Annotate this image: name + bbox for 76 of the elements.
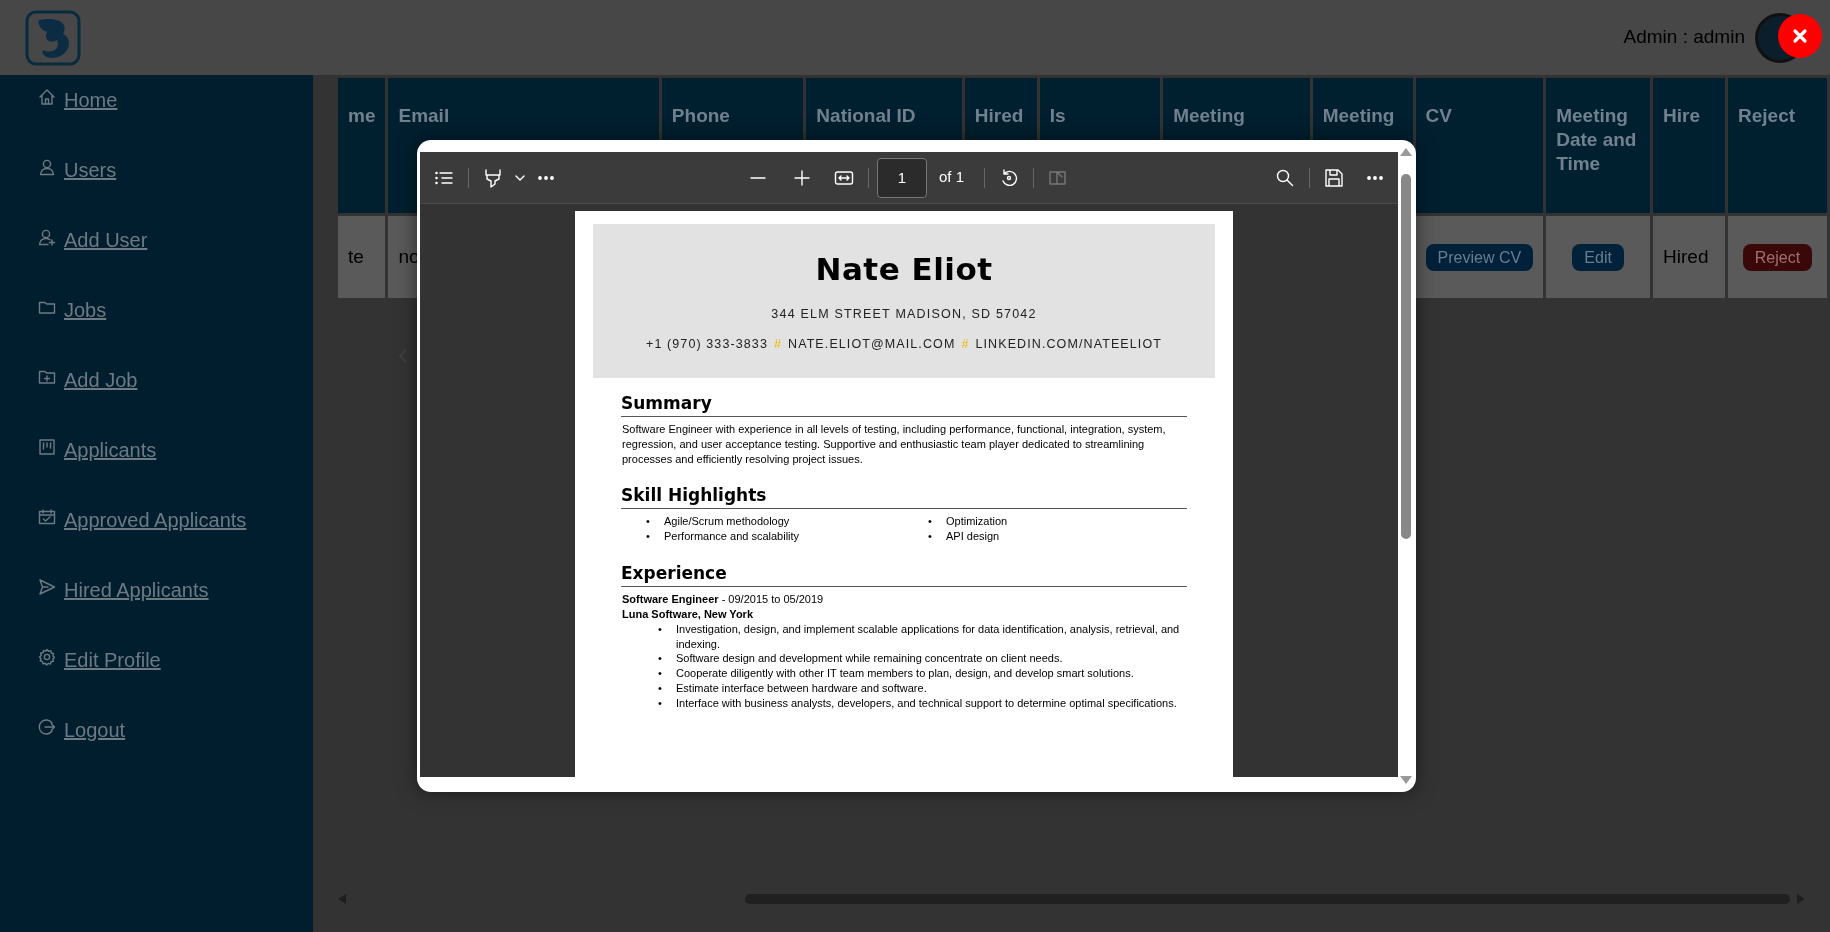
sidebar-item[interactable]: Logout [0, 713, 313, 783]
paragraph-text: Software Engineer with experience in all levels of testing, including performance, functional, integration, system, regression, and user acceptance testing. Supportive and enthusiastic team player dedicated to streamlining processes and efficiently resolving project issues. [622, 421, 1167, 467]
bullet-mark: • [928, 529, 933, 545]
column-header: Reject [1728, 78, 1827, 213]
section-heading: Summary [621, 392, 1187, 417]
close-icon [1792, 28, 1808, 44]
highlighter-icon [483, 167, 503, 188]
list-item-text: Estimate interface between hardware and software. [676, 681, 927, 696]
caret-icon [515, 174, 525, 181]
bullet-mark: • [658, 681, 663, 696]
resume-name: Nate Eliot [814, 250, 994, 289]
more-icon [1366, 174, 1384, 181]
sidebar-item[interactable]: Jobs [0, 293, 313, 363]
sidebar-item[interactable]: Applicants [0, 433, 313, 503]
edit-button[interactable]: Edit [1572, 243, 1624, 271]
list-item-text: Investigation, design, and implement scalable applications for data identification, analysis, retrieval, and indexing. [676, 621, 1181, 652]
preview-button[interactable]: Preview CV [1425, 243, 1534, 271]
gear-icon [38, 648, 56, 666]
scroll-down-icon[interactable] [1400, 776, 1412, 784]
search-icon [1275, 167, 1295, 188]
user-label: Admin : admin [1623, 25, 1745, 50]
logout-icon [38, 718, 56, 736]
list-item-text: Optimization [946, 514, 1008, 530]
bullet-mark: • [658, 651, 663, 667]
home-icon [38, 88, 56, 106]
bullet-mark: • [928, 514, 933, 530]
separator-mark: # [773, 337, 782, 352]
sidebar-item[interactable]: Users [0, 153, 313, 223]
sidebar-item[interactable]: Home [0, 83, 313, 153]
sidebar-item[interactable]: Add User [0, 223, 313, 293]
save-icon [1324, 167, 1344, 188]
page-count: of 1 [939, 167, 964, 188]
page-number-field[interactable]: 1 [877, 157, 927, 198]
send-icon [38, 578, 56, 596]
column-header: Meeting Date and Time [1546, 78, 1651, 213]
table-cell: te [348, 245, 364, 267]
bullet-mark: • [658, 666, 663, 682]
bullet-mark: • [646, 514, 651, 530]
list-item-text: Software design and development while remaining concentrate on client needs. [676, 651, 1063, 667]
contact-detail: +1 (970) 333-3833 [646, 337, 768, 352]
contact-detail: NATE.ELIOT@MAIL.COM [788, 337, 956, 352]
column-header: Hire [1653, 78, 1725, 213]
separator-mark: # [961, 337, 970, 352]
column-header: me [338, 78, 386, 213]
reject-button[interactable]: Reject [1742, 243, 1813, 271]
list-item-text: Interface with business analysts, developers, and technical support to determine optimal specifications. [676, 695, 1177, 711]
contact-detail: LINKEDIN.COM/NATEELIOT [975, 337, 1162, 352]
more-icon [537, 174, 555, 181]
calendar-check-icon [38, 508, 56, 526]
section-heading: Experience [621, 562, 1187, 588]
column-header: CV [1415, 78, 1544, 213]
logo-icon [25, 9, 81, 66]
list-item-text: Performance and scalability [664, 529, 800, 545]
resume-address: 344 ELM STREET MADISON, SD 57042 [770, 305, 1038, 323]
table-cell: Hired [1663, 245, 1709, 267]
user-icon [38, 158, 56, 176]
job-title: Software Engineer - 09/2015 to 05/2019 [622, 592, 825, 607]
sidebar-item[interactable]: Edit Profile [0, 643, 313, 713]
bullet-mark: • [646, 529, 651, 545]
bullet-mark: • [658, 621, 663, 637]
bullet-mark: • [658, 695, 663, 711]
zoom-out-icon [750, 176, 766, 179]
sidebar-item[interactable]: Hired Applicants [0, 573, 313, 643]
section-heading: Skill Highlights [621, 484, 1187, 510]
kanban-icon [38, 438, 56, 456]
user-plus-icon [38, 228, 56, 246]
folder-plus-icon [38, 368, 56, 386]
company-name: Luna Software, New York [622, 606, 754, 622]
scrollbar-thumb[interactable] [1401, 174, 1411, 539]
scroll-up-icon[interactable] [1400, 148, 1412, 156]
list-item-text: API design [946, 529, 1000, 545]
zoom-in-icon [792, 167, 812, 188]
sidebar-item[interactable]: Approved Applicants [0, 503, 313, 573]
list-item-text: Agile/Scrum methodology [664, 514, 790, 530]
list-item-text: Cooperate diligently with other IT team members to plan, design, and develop smart solutions. [676, 666, 1134, 682]
sidebar-item[interactable]: Add Job [0, 363, 313, 433]
